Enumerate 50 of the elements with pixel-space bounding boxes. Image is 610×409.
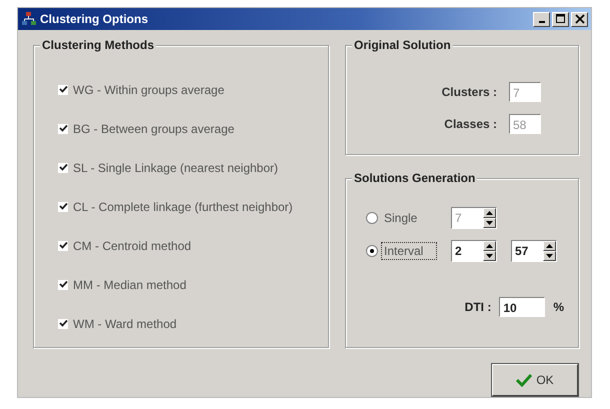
window-title: Clustering Options	[40, 12, 149, 26]
checkbox[interactable]	[58, 318, 68, 328]
down-triangle-icon	[486, 254, 493, 258]
radio-label: Interval	[381, 242, 437, 260]
down-triangle-icon	[486, 220, 493, 224]
unit-label: %	[553, 300, 564, 314]
checkbox-label: BG - Between groups average	[73, 122, 234, 136]
checkbox[interactable]	[58, 240, 68, 250]
group-title: Original Solution	[352, 38, 453, 52]
spin-box[interactable]: 2	[451, 240, 497, 262]
checkbox[interactable]	[58, 162, 68, 172]
checkbox-label: SL - Single Linkage (nearest neighbor)	[73, 160, 278, 174]
field-label: DTI :	[464, 300, 492, 314]
checkmark-icon	[516, 373, 532, 387]
checkbox-label: WG - Within groups average	[73, 82, 224, 96]
up-triangle-icon	[546, 244, 553, 248]
group-title: Solutions Generation	[352, 171, 478, 185]
down-triangle-icon	[546, 254, 553, 258]
spin-up-button[interactable]	[483, 240, 496, 250]
radio-button[interactable]	[366, 244, 378, 256]
spin-down-button[interactable]	[483, 250, 496, 260]
maximize-button[interactable]	[552, 12, 569, 26]
checkbox[interactable]	[58, 202, 68, 212]
radio-button[interactable]	[366, 212, 378, 224]
field-label: Classes :	[444, 117, 497, 131]
up-triangle-icon	[486, 244, 493, 248]
checkbox-label: CL - Complete linkage (furthest neighbor)	[73, 200, 293, 214]
spin-down-button[interactable]	[543, 250, 556, 260]
checkbox-label: CM - Centroid method	[73, 238, 192, 252]
spin-down-button[interactable]	[483, 218, 496, 228]
field-label: Clusters :	[442, 85, 497, 99]
close-button[interactable]	[571, 12, 588, 26]
maximize-icon	[556, 14, 566, 24]
close-icon	[574, 14, 584, 24]
spin-up-button[interactable]	[543, 240, 556, 250]
checkbox[interactable]	[58, 280, 68, 290]
input-field[interactable]: 10	[499, 297, 546, 317]
checkbox-label: WM - Ward method	[73, 316, 177, 330]
radio-label: Single	[383, 210, 418, 226]
minimize-icon	[538, 21, 544, 23]
up-triangle-icon	[486, 210, 493, 214]
minimize-button[interactable]	[533, 12, 550, 26]
spin-box[interactable]: 57	[511, 240, 557, 262]
group-title: Clustering Methods	[40, 38, 156, 52]
network-icon	[21, 11, 37, 27]
spin-up-button[interactable]	[483, 208, 496, 218]
checkbox[interactable]	[58, 84, 68, 94]
checkbox[interactable]	[58, 124, 68, 134]
checkbox-label: MM - Median method	[73, 278, 186, 292]
ok-button[interactable]: OK	[492, 364, 578, 396]
